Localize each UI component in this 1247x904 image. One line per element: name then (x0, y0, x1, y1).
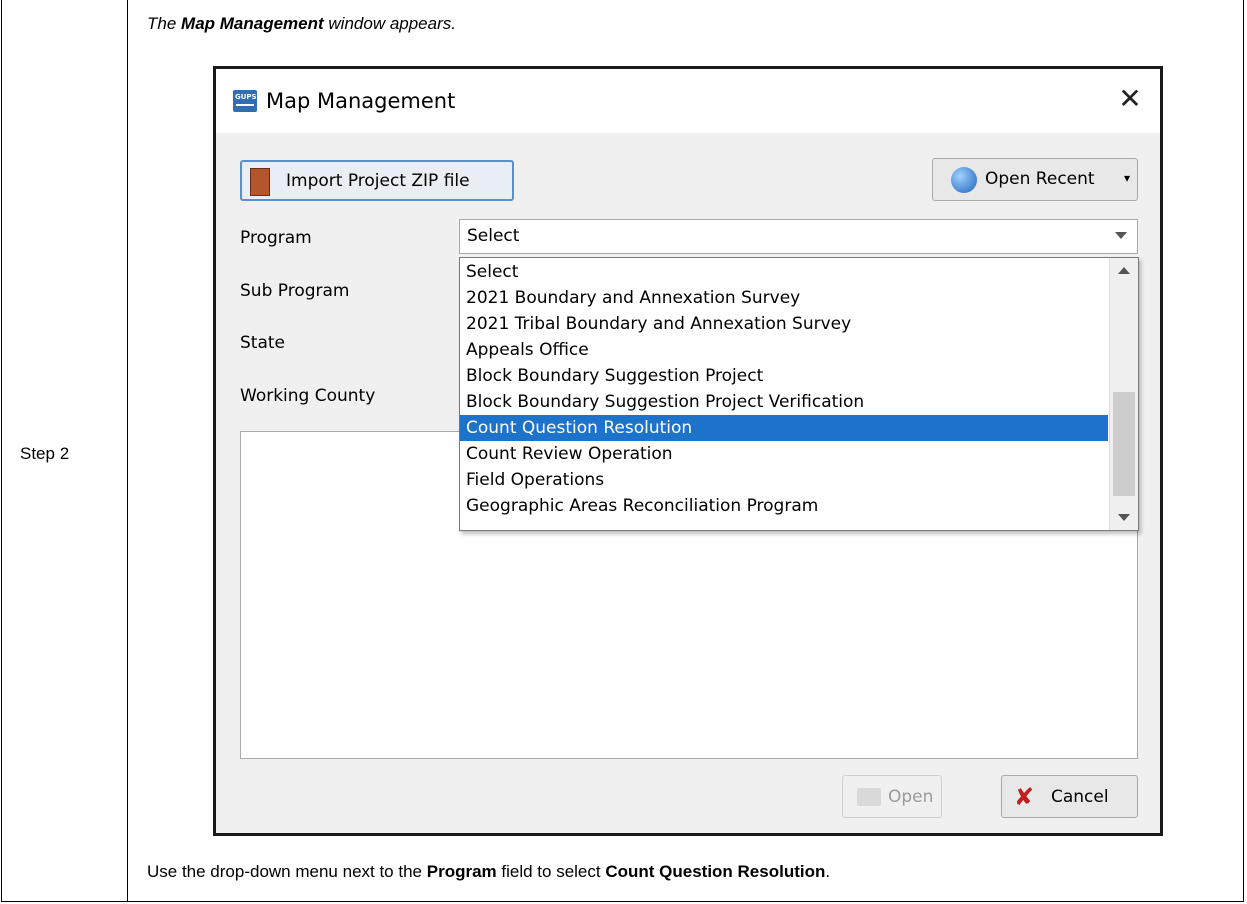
map-management-window: GUPS Map Management ✕ Import Project ZIP… (213, 66, 1163, 836)
dropdown-scrollbar[interactable] (1109, 258, 1138, 530)
dropdown-option[interactable]: Field Operations (460, 467, 1108, 493)
zip-archive-icon (250, 168, 270, 196)
import-button-label: Import Project ZIP file (286, 171, 470, 191)
open-recent-button[interactable]: Open Recent ▾ (932, 158, 1138, 201)
scroll-up-icon[interactable] (1118, 267, 1130, 274)
program-dropdown-list: Select 2021 Boundary and Annexation Surv… (459, 257, 1139, 531)
dropdown-option[interactable]: Select (460, 259, 1108, 285)
footer-part3: . (825, 862, 831, 881)
dropdown-option-selected[interactable]: Count Question Resolution (460, 415, 1108, 441)
dropdown-option[interactable]: Block Boundary Suggestion Project (460, 363, 1108, 389)
footer-part2: field to select (496, 862, 606, 881)
dropdown-caret-icon[interactable] (1115, 232, 1127, 239)
footer-bold-cqr: Count Question Resolution (605, 862, 826, 881)
folder-icon (857, 788, 881, 806)
cancel-button[interactable]: ✘ Cancel (1001, 775, 1138, 818)
dropdown-option[interactable]: Count Review Operation (460, 441, 1108, 467)
intro-suffix: window appears. (323, 14, 456, 33)
step-label: Step 2 (20, 444, 70, 463)
app-icon-text: GUPS (235, 93, 257, 101)
sub-program-label: Sub Program (240, 281, 350, 301)
footer-bold-program: Program (426, 862, 497, 881)
close-icon[interactable]: ✕ (1114, 83, 1146, 115)
import-project-zip-button[interactable]: Import Project ZIP file (240, 160, 514, 201)
open-button-label: Open (888, 787, 934, 807)
intro-bold: Map Management (181, 14, 324, 33)
title-bar: GUPS Map Management ✕ (216, 69, 1160, 133)
cancel-x-icon: ✘ (1014, 783, 1035, 811)
instruction-text: Use the drop-down menu next to the Progr… (147, 862, 830, 882)
step-cell: Step 2 (2, 0, 128, 901)
working-county-label: Working County (240, 386, 376, 406)
scroll-thumb[interactable] (1113, 392, 1135, 496)
dropdown-option[interactable]: Geographic Areas Reconciliation Program (460, 493, 1108, 519)
document-table: Step 2 The Map Management window appears… (1, 0, 1244, 902)
scroll-down-icon[interactable] (1118, 514, 1130, 521)
window-title: Map Management (266, 89, 456, 113)
gups-app-icon: GUPS (233, 90, 257, 112)
intro-text: The Map Management window appears. (147, 14, 456, 34)
intro-prefix: The (147, 14, 182, 33)
program-select-value: Select (467, 226, 520, 246)
open-recent-label: Open Recent (985, 169, 1095, 189)
state-label: State (240, 333, 285, 353)
dropdown-option[interactable]: Appeals Office (460, 337, 1108, 363)
footer-part1: Use the drop-down menu next to the (147, 862, 427, 881)
program-label: Program (240, 228, 312, 248)
program-select[interactable]: Select (459, 219, 1138, 254)
cancel-button-label: Cancel (1051, 787, 1109, 807)
dropdown-option[interactable]: 2021 Boundary and Annexation Survey (460, 285, 1108, 311)
open-button[interactable]: Open (842, 775, 942, 818)
dropdown-option[interactable]: 2021 Tribal Boundary and Annexation Surv… (460, 311, 1108, 337)
dropdown-option[interactable]: Block Boundary Suggestion Project Verifi… (460, 389, 1108, 415)
globe-icon (951, 167, 977, 193)
chevron-down-icon: ▾ (1123, 171, 1130, 185)
